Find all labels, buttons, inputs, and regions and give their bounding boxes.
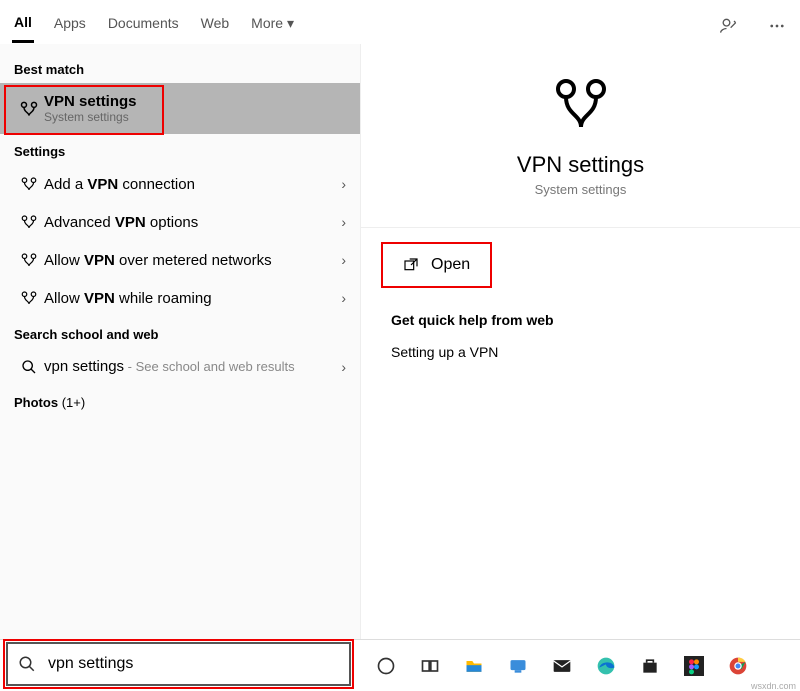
taskbar-search-box[interactable] — [6, 642, 351, 686]
preview-subtitle: System settings — [535, 182, 627, 197]
chrome-icon[interactable] — [727, 655, 749, 677]
vpn-icon — [14, 99, 44, 119]
result-web-search[interactable]: vpn settings - See school and web result… — [0, 348, 360, 385]
tab-more[interactable]: More ▾ — [249, 11, 296, 42]
watermark: wsxdn.com — [751, 681, 796, 691]
vpn-icon — [14, 289, 44, 307]
chevron-right-icon: › — [341, 290, 346, 306]
search-icon — [14, 359, 44, 375]
more-options-icon[interactable] — [766, 15, 788, 37]
quick-help-link[interactable]: Setting up a VPN — [391, 344, 800, 360]
result-title: Advanced VPN options — [44, 214, 341, 231]
file-explorer-icon[interactable] — [463, 655, 485, 677]
task-view-icon[interactable] — [419, 655, 441, 677]
result-title: Allow VPN over metered networks — [44, 252, 341, 269]
vpn-icon — [14, 175, 44, 193]
result-advanced-vpn-options[interactable]: Advanced VPN options › — [0, 203, 360, 241]
mail-icon[interactable] — [551, 655, 573, 677]
result-add-vpn-connection[interactable]: Add a VPN connection › — [0, 165, 360, 203]
edge-icon[interactable] — [595, 655, 617, 677]
cortana-icon[interactable] — [375, 655, 397, 677]
open-icon — [403, 257, 419, 273]
result-title: vpn settings - See school and web result… — [44, 358, 341, 375]
search-input[interactable] — [46, 654, 349, 674]
open-button[interactable]: Open — [381, 242, 492, 288]
chevron-right-icon: › — [341, 214, 346, 230]
result-title: Add a VPN connection — [44, 176, 341, 193]
group-search-web: Search school and web — [0, 317, 360, 348]
chevron-right-icon: › — [341, 359, 346, 375]
result-allow-vpn-roaming[interactable]: Allow VPN while roaming › — [0, 279, 360, 317]
result-allow-vpn-metered[interactable]: Allow VPN over metered networks › — [0, 241, 360, 279]
tab-web[interactable]: Web — [199, 11, 232, 41]
vpn-icon — [14, 251, 44, 269]
tab-documents[interactable]: Documents — [106, 11, 181, 41]
vpn-icon — [14, 213, 44, 231]
search-icon — [8, 655, 46, 673]
open-label: Open — [431, 256, 470, 274]
quick-help-heading: Get quick help from web — [391, 312, 800, 328]
preview-title: VPN settings — [517, 152, 644, 178]
result-vpn-settings[interactable]: VPN settings System settings — [0, 83, 360, 134]
group-photos: Photos (1+) — [0, 385, 360, 416]
vpn-icon — [551, 74, 611, 134]
chevron-down-icon: ▾ — [287, 15, 294, 31]
app-icon[interactable] — [507, 655, 529, 677]
chevron-right-icon: › — [341, 252, 346, 268]
tab-apps[interactable]: Apps — [52, 11, 88, 41]
store-icon[interactable] — [639, 655, 661, 677]
chevron-right-icon: › — [341, 176, 346, 192]
result-title: Allow VPN while roaming — [44, 290, 341, 307]
tab-all[interactable]: All — [12, 10, 34, 43]
result-title: VPN settings — [44, 93, 346, 110]
group-settings: Settings — [0, 134, 360, 165]
result-subtitle: System settings — [44, 110, 346, 124]
group-best-match: Best match — [0, 52, 360, 83]
figma-icon[interactable] — [683, 655, 705, 677]
feedback-icon[interactable] — [718, 15, 740, 37]
